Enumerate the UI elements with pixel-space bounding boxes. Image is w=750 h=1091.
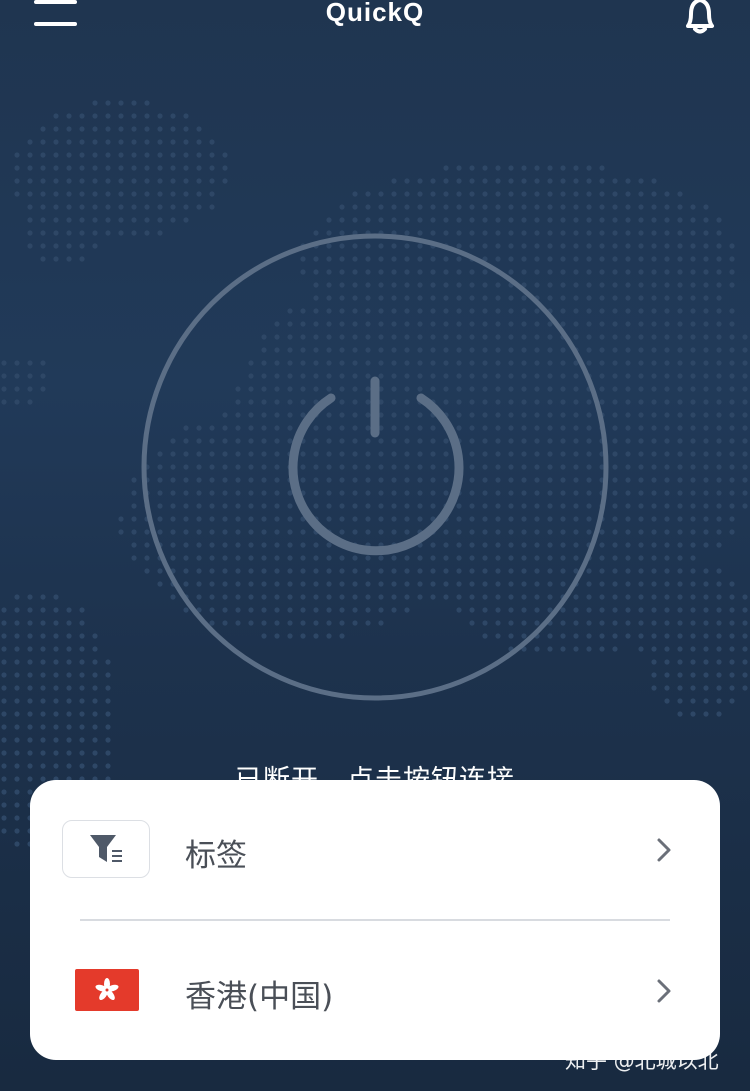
watermark: 知乎 @北城以北 bbox=[565, 1049, 719, 1073]
hong-kong-flag-icon bbox=[75, 969, 139, 1011]
connect-power-button[interactable] bbox=[141, 233, 609, 701]
tag-row-label: 标签 bbox=[185, 838, 247, 874]
app-header: QuickQ bbox=[0, 0, 750, 40]
notification-button[interactable] bbox=[680, 0, 720, 36]
server-selection-panel: 标签 香港(中国) bbox=[30, 780, 720, 1060]
filter-icon bbox=[89, 834, 122, 862]
region-row-label: 香港(中国) bbox=[185, 979, 334, 1015]
bell-icon bbox=[686, 0, 714, 34]
power-ring-graphic bbox=[141, 233, 609, 701]
power-icon bbox=[288, 376, 464, 556]
chevron-right-icon bbox=[657, 979, 671, 1003]
tag-filter-row[interactable]: 标签 bbox=[30, 780, 720, 920]
app-title: QuickQ bbox=[325, 0, 425, 27]
tag-icon-box bbox=[62, 820, 150, 878]
chevron-right-icon bbox=[657, 838, 671, 862]
region-select-row[interactable]: 香港(中国) bbox=[30, 921, 720, 1061]
